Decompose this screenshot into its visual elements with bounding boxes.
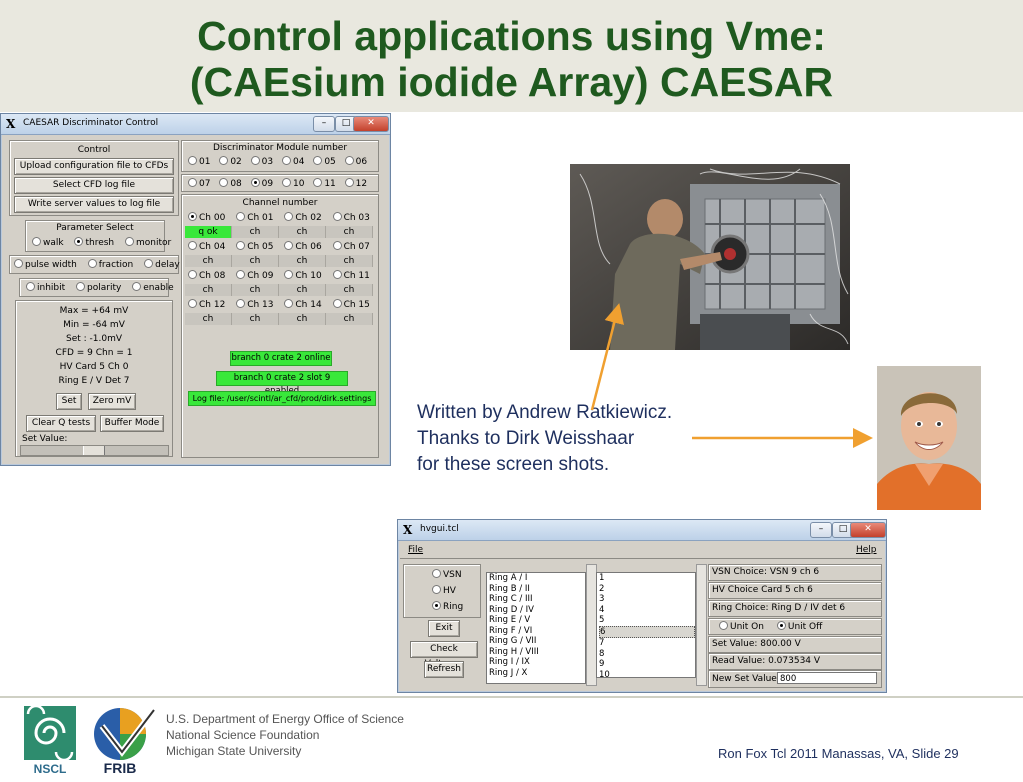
unit-on-radio[interactable]: Unit On — [719, 621, 764, 632]
new-set-value-label: New Set Value: — [712, 674, 780, 684]
list-item[interactable]: 9 — [599, 659, 695, 670]
vsn-radio[interactable]: VSN — [432, 569, 462, 580]
list-item[interactable]: 8 — [599, 649, 695, 660]
list-item[interactable]: Ring H / VIII — [489, 647, 585, 658]
list-item[interactable]: Ring D / IV — [489, 605, 585, 616]
list-item[interactable]: Ring E / V — [489, 615, 585, 626]
list-item[interactable]: 1 — [599, 573, 695, 584]
portrait-photo — [877, 366, 981, 510]
number-listbox[interactable]: 1 2 3 4 5 6 7 8 9 10 — [596, 572, 696, 678]
refresh-button[interactable]: Refresh — [424, 661, 464, 678]
minimize-icon[interactable]: – — [810, 522, 832, 538]
new-set-value-input[interactable]: 800 — [777, 672, 877, 684]
radio-checked-icon — [776, 621, 786, 630]
arrow-to-photo — [590, 303, 624, 411]
slide-credit: Ron Fox Tcl 2011 Manassas, VA, Slide 29 — [718, 746, 959, 761]
list-item[interactable]: Ring F / VI — [489, 626, 585, 637]
hv-choice: HV Choice Card 5 ch 6 — [712, 585, 813, 595]
frib-logo: FRIB — [92, 704, 158, 776]
list-item[interactable]: Ring J / X — [489, 668, 585, 679]
new-set-value-panel: New Set Value: 800 — [708, 670, 882, 688]
x11-logo-icon: X — [403, 523, 413, 537]
unit-toggle-panel: Unit On Unit Off — [708, 618, 882, 635]
radio-checked-icon — [432, 601, 441, 610]
list-item[interactable]: Ring A / I — [489, 573, 585, 584]
radio-icon — [719, 621, 728, 630]
list-item[interactable]: 4 — [599, 605, 695, 616]
hv-radio[interactable]: HV — [432, 585, 456, 596]
ring-radio[interactable]: Ring — [432, 601, 463, 612]
help-menu[interactable]: Help — [856, 545, 877, 555]
ring-choice: Ring Choice: Ring D / IV det 6 — [712, 603, 846, 613]
hv-choice-panel: HV Choice Card 5 ch 6 — [708, 582, 882, 599]
radio-icon — [432, 569, 441, 578]
list-item[interactable]: 3 — [599, 594, 695, 605]
list-item[interactable]: Ring I / IX — [489, 657, 585, 668]
list-item[interactable]: 10 — [599, 670, 695, 678]
exit-button[interactable]: Exit — [428, 620, 460, 637]
nscl-logo: NSCL — [22, 704, 78, 776]
footer-msu: Michigan State University — [166, 744, 302, 758]
ring-listbox[interactable]: Ring A / I Ring B / II Ring C / III Ring… — [486, 572, 586, 684]
hvgui-titlebar[interactable]: X hvgui.tcl – □ ✕ — [398, 520, 886, 541]
number-scrollbar[interactable] — [696, 564, 707, 686]
vsn-choice: VSN Choice: VSN 9 ch 6 — [712, 567, 820, 577]
nscl-logo-text: NSCL — [33, 762, 67, 776]
set-value: Set Value: 800.00 V — [712, 639, 801, 649]
list-item-selected[interactable]: 6 — [599, 625, 695, 638]
mode-select-panel: VSN HV Ring — [403, 564, 481, 618]
list-item[interactable]: 2 — [599, 584, 695, 595]
frib-logo-text: FRIB — [103, 760, 137, 776]
list-item[interactable]: 5 — [599, 615, 695, 626]
check-voltages-button[interactable]: Check Voltages — [410, 641, 478, 669]
vsn-choice-panel: VSN Choice: VSN 9 ch 6 — [708, 564, 882, 581]
list-item[interactable]: 7 — [599, 638, 695, 649]
close-icon[interactable]: ✕ — [850, 522, 886, 538]
radio-icon — [432, 585, 441, 594]
hvgui-window: X hvgui.tcl – □ ✕ File Help VSN HV Ring … — [397, 519, 887, 693]
unit-off-radio[interactable]: Unit Off — [776, 621, 822, 632]
file-menu[interactable]: File — [408, 545, 423, 555]
set-value-panel: Set Value: 800.00 V — [708, 636, 882, 653]
footer-nsf: National Science Foundation — [166, 728, 320, 742]
list-item[interactable]: Ring G / VII — [489, 636, 585, 647]
read-value-panel: Read Value: 0.073534 V — [708, 653, 882, 670]
read-value: Read Value: 0.073534 V — [712, 656, 821, 666]
footer-doe: U.S. Department of Energy Office of Scie… — [166, 712, 404, 726]
ring-choice-panel: Ring Choice: Ring D / IV det 6 — [708, 600, 882, 617]
list-item[interactable]: Ring B / II — [489, 584, 585, 595]
hvgui-window-title: hvgui.tcl — [420, 524, 459, 534]
list-item[interactable]: Ring C / III — [489, 594, 585, 605]
